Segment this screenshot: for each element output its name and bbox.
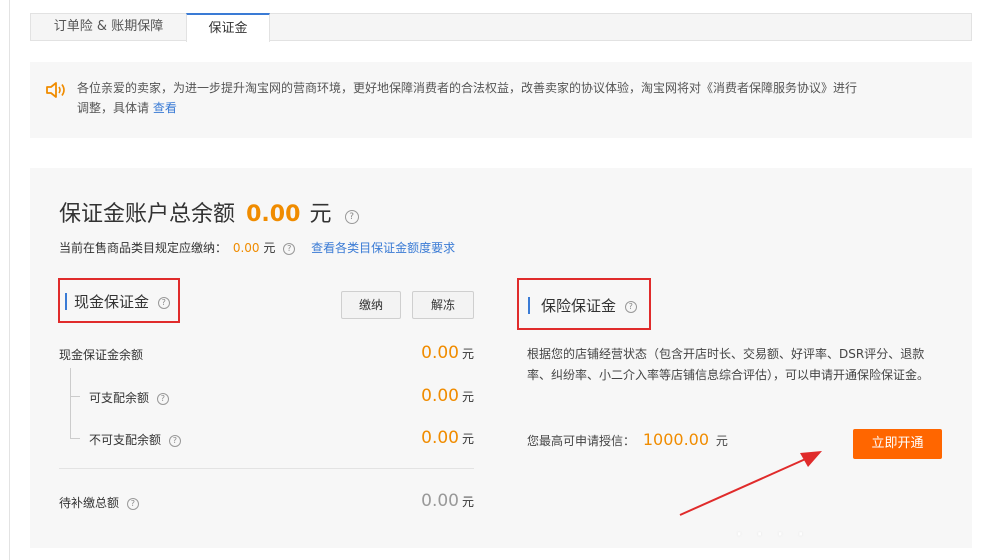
- pending-payment-value: 0.00 元: [421, 491, 474, 511]
- pending-payment-label-text: 待补缴总额: [59, 496, 120, 510]
- help-icon[interactable]: ?: [168, 434, 181, 447]
- tree-line: [70, 368, 71, 439]
- insurance-deposit-header: 保险保证金 ?: [517, 278, 651, 330]
- section-marker: [65, 293, 67, 310]
- unavailable-balance-value: 0.00 元: [421, 428, 474, 448]
- pay-button[interactable]: 缴纳: [341, 291, 401, 319]
- watermark: · · · ·: [735, 520, 807, 550]
- tab-bar: 订单险 & 账期保障 保证金: [30, 13, 972, 42]
- unavailable-balance-label-text: 不可支配余额: [89, 433, 162, 447]
- requirement-row: 当前在售商品类目规定应缴纳： 0.00 元 ? 查看各类目保证金额度要求: [59, 239, 455, 256]
- cash-deposit-title-text: 现金保证金: [74, 293, 150, 311]
- help-icon[interactable]: ?: [126, 497, 139, 510]
- requirement-link[interactable]: 查看各类目保证金额度要求: [311, 241, 455, 255]
- total-balance: 保证金账户总余额 0.00 元 ?: [59, 196, 359, 228]
- requirement-amount: 0.00: [232, 241, 260, 255]
- insurance-deposit-title: 保险保证金 ?: [541, 295, 637, 316]
- tab-order-insurance[interactable]: 订单险 & 账期保障: [31, 13, 186, 42]
- help-icon[interactable]: ?: [344, 209, 359, 224]
- tab-deposit[interactable]: 保证金: [186, 13, 270, 42]
- cash-balance-label: 现金保证金余额: [59, 346, 143, 363]
- notice-message: 各位亲爱的卖家，为进一步提升淘宝网的营商环境，更好地保障消费者的合法权益，改善卖…: [77, 81, 858, 115]
- total-balance-label: 保证金账户总余额: [59, 202, 236, 227]
- available-balance-label: 可支配余额 ?: [89, 389, 169, 406]
- available-balance-amount: 0.00: [421, 386, 459, 406]
- unavailable-balance-unit: 元: [461, 432, 474, 446]
- insurance-description: 根据您的店铺经营状态（包含开店时长、交易额、好评率、DSR评分、退款率、纠纷率、…: [527, 347, 930, 382]
- cash-balance-value: 0.00 元: [421, 343, 474, 363]
- notice-view-link[interactable]: 查看: [153, 101, 177, 115]
- total-balance-unit: 元: [309, 202, 332, 227]
- available-balance-unit: 元: [461, 390, 474, 404]
- notice-banner: 各位亲爱的卖家，为进一步提升淘宝网的营商环境，更好地保障消费者的合法权益，改善卖…: [30, 62, 972, 138]
- requirement-label: 当前在售商品类目规定应缴纳：: [59, 241, 228, 255]
- help-icon[interactable]: ?: [156, 392, 169, 405]
- pending-payment-label: 待补缴总额 ?: [59, 494, 139, 511]
- red-arrow-annotation: [679, 451, 822, 516]
- cash-balance-unit: 元: [461, 347, 474, 361]
- pending-payment-amount: 0.00: [421, 491, 459, 511]
- speaker-icon: [46, 82, 65, 98]
- tree-branch: [70, 438, 80, 439]
- unavailable-balance-amount: 0.00: [421, 428, 459, 448]
- section-marker: [528, 297, 530, 314]
- insurance-credit-label: 您最高可申请授信：: [527, 434, 636, 448]
- notice-text: 各位亲爱的卖家，为进一步提升淘宝网的营商环境，更好地保障消费者的合法权益，改善卖…: [77, 78, 867, 118]
- help-icon[interactable]: ?: [157, 296, 170, 309]
- deposit-panel: 保证金账户总余额 0.00 元 ? 当前在售商品类目规定应缴纳： 0.00 元 …: [30, 168, 972, 548]
- unfreeze-button[interactable]: 解冻: [412, 291, 474, 319]
- total-balance-amount: 0.00: [246, 202, 301, 227]
- pending-payment-unit: 元: [461, 495, 474, 509]
- available-balance-label-text: 可支配余额: [89, 391, 150, 405]
- available-balance-value: 0.00 元: [421, 386, 474, 406]
- cash-deposit-header: 现金保证金 ?: [58, 278, 180, 323]
- tree-branch: [70, 396, 80, 397]
- help-icon[interactable]: ?: [624, 300, 637, 313]
- cash-balance-amount: 0.00: [421, 343, 459, 363]
- divider: [59, 468, 474, 469]
- cash-deposit-title: 现金保证金 ?: [74, 291, 170, 312]
- left-border: [9, 0, 10, 560]
- help-icon[interactable]: ?: [283, 242, 296, 255]
- requirement-unit: 元: [263, 241, 276, 255]
- unavailable-balance-label: 不可支配余额 ?: [89, 431, 181, 448]
- insurance-deposit-title-text: 保险保证金: [541, 297, 617, 315]
- open-now-button[interactable]: 立即开通: [853, 429, 942, 459]
- cash-balance-label-text: 现金保证金余额: [59, 348, 144, 362]
